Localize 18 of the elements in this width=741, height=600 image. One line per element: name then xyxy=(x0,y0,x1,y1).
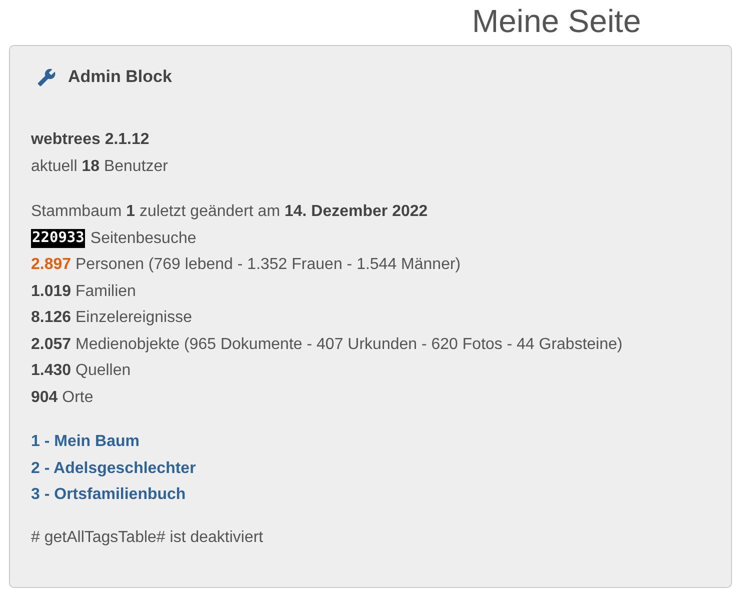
notice-text: # getAllTagsTable# ist deaktiviert xyxy=(31,529,264,546)
statistic-text: 8.126 Einzelereignisse xyxy=(31,309,192,326)
tree-link[interactable]: 3 - Ortsfamilienbuch xyxy=(31,486,186,503)
hit-counter-label: Seitenbesuche xyxy=(90,228,196,248)
hit-counter: 220933 xyxy=(31,229,86,248)
statistic-text: 2.897 Personen (769 lebend - 1.352 Frauen - 1.544 Männer) xyxy=(31,256,461,273)
statistic-text: 1.430 Quellen xyxy=(31,362,131,379)
statistic-text: 904 Orte xyxy=(31,388,94,406)
users-text: aktuell 18 Benutzer xyxy=(31,158,168,174)
tree-changed-text: Stammbaum 1 zuletzt geändert am 14. Dezember 2022 xyxy=(31,203,428,220)
tree-link[interactable]: 2 - Adelsgeschlechter xyxy=(31,460,196,476)
statistic-text: 1.019 Familien xyxy=(31,282,136,300)
page-title: Meine Seite xyxy=(472,2,641,40)
statistic-text: 2.057 Medienobjekte (965 Dokumente - 407 Urkunden - 620 Fotos - 44 Grabsteine) xyxy=(31,336,622,352)
wrench-icon xyxy=(37,68,56,86)
tree-link[interactable]: 1 - Mein Baum xyxy=(31,433,140,450)
version-text: webtrees 2.1.12 xyxy=(31,131,150,148)
block-title: Admin Block xyxy=(68,66,172,88)
